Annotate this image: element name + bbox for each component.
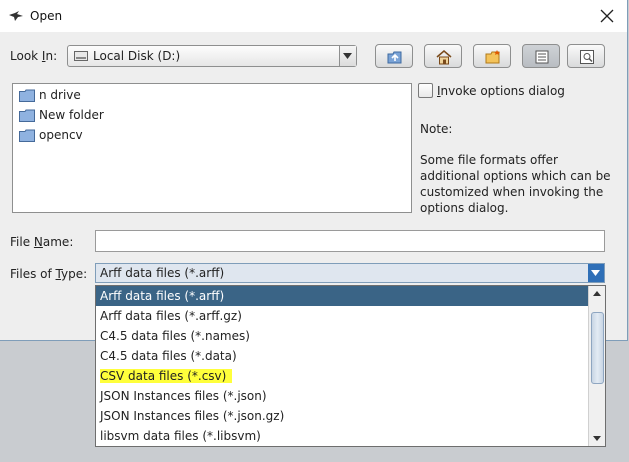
list-view-icon [535,50,549,64]
look-in-dropdown-arrow[interactable] [339,46,356,66]
note-title: Note: [420,122,453,136]
up-folder-icon [387,51,402,64]
close-button[interactable] [597,6,617,26]
file-type-option[interactable]: JSON Instances files (*.json.gz) [96,406,590,426]
drive-icon [74,51,88,61]
home-icon [436,50,452,65]
files-of-type-value: Arff data files (*.arff) [100,266,225,280]
file-name-input[interactable] [95,230,605,252]
files-of-type-dropdown-arrow[interactable] [588,264,604,282]
look-in-label: Look In: [10,49,58,63]
file-type-option[interactable]: C4.5 data files (*.names) [96,326,590,346]
dropdown-scrollbar[interactable] [588,286,605,446]
invoke-options-label: Invoke options dialog [437,84,565,98]
file-type-option[interactable]: libsvm data files (*.libsvm) [96,426,590,446]
new-folder-icon [485,50,500,64]
file-type-option[interactable]: JSON Instances files (*.json) [96,386,590,406]
scroll-up-icon[interactable] [589,288,605,300]
details-view-button[interactable] [567,44,605,68]
home-button[interactable] [424,44,462,68]
weka-bird-icon [9,11,23,21]
scroll-down-icon[interactable] [589,432,605,444]
files-of-type-combo[interactable]: Arff data files (*.arff) [95,263,605,283]
close-icon [600,9,614,23]
file-type-option[interactable]: Arff data files (*.arff) [96,286,590,306]
file-name: n drive [39,88,81,102]
look-in-combo[interactable]: Local Disk (D:) [67,45,357,67]
chevron-down-icon [591,270,600,276]
up-one-level-button[interactable] [375,44,413,68]
highlight-marker: CSV data files (*.csv) [100,369,233,383]
file-name: opencv [39,128,83,142]
window-title: Open [30,9,63,23]
look-in-value: Local Disk (D:) [93,49,181,63]
title-bar: Open [0,0,627,32]
files-of-type-dropdown-list: Arff data files (*.arff) Arff data files… [95,285,606,447]
scrollbar-thumb[interactable] [591,312,604,384]
file-type-option-csv[interactable]: CSV data files (*.csv) [96,366,590,386]
file-type-option[interactable]: Arff data files (*.arff.gz) [96,306,590,326]
details-view-icon [580,50,594,64]
folder-icon [19,89,35,102]
file-name: New folder [39,108,104,122]
invoke-options-checkbox[interactable] [418,83,433,98]
file-name-label: File Name: [10,235,74,249]
new-folder-button[interactable] [473,44,511,68]
chevron-down-icon [343,53,352,59]
files-of-type-label: Files of Type: [10,267,88,281]
list-view-button[interactable] [522,44,560,68]
file-list[interactable]: n drive New folder opencv [12,83,412,213]
folder-icon [19,109,35,122]
file-type-option[interactable]: C4.5 data files (*.data) [96,346,590,366]
note-body: Some file formats offer additional optio… [420,153,611,215]
folder-icon [19,129,35,142]
